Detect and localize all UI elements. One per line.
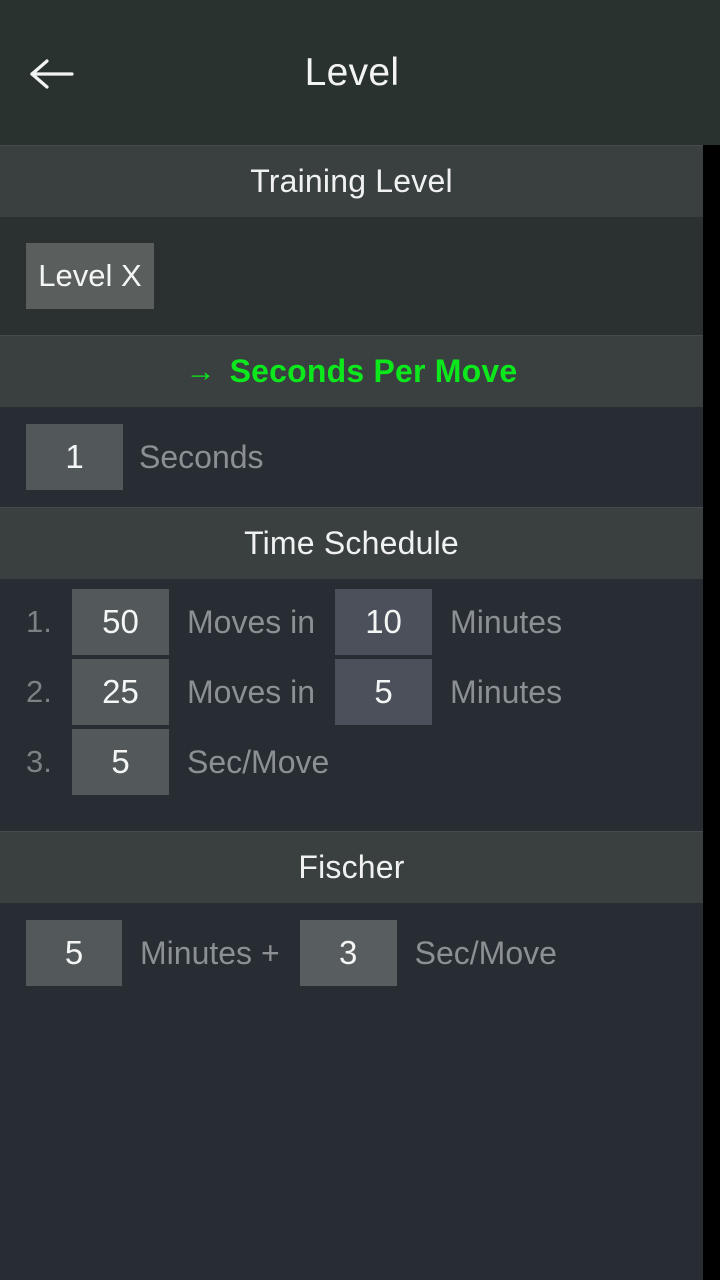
vertical-scrollbar[interactable] (703, 145, 720, 1280)
row-index: 1. (26, 604, 52, 639)
moves-label: Moves in (187, 603, 316, 640)
level-value-button[interactable]: Level X (26, 243, 154, 309)
seconds-value-button[interactable]: 1 (26, 424, 123, 490)
section-header-seconds-per-move[interactable]: → Seconds Per Move (0, 335, 703, 407)
moves-label: Sec/Move (187, 743, 330, 780)
section-gap (0, 797, 703, 831)
training-level-row[interactable]: Level X (0, 217, 703, 335)
section-header-fischer[interactable]: Fischer (0, 831, 703, 903)
app-bar: Level (0, 0, 720, 145)
time-schedule-row[interactable]: 2. 25 Moves in 5 Minutes (0, 657, 703, 727)
row-index: 3. (26, 744, 52, 779)
time-value-button[interactable]: 5 (335, 659, 433, 725)
section-header-training-level[interactable]: Training Level (0, 145, 703, 217)
time-schedule-row[interactable]: 3. 5 Sec/Move (0, 727, 703, 797)
section-header-time-schedule[interactable]: Time Schedule (0, 507, 703, 579)
moves-value-button[interactable]: 5 (72, 729, 169, 795)
time-label: Minutes (450, 603, 563, 640)
row-index: 2. (26, 674, 52, 709)
settings-list: Training Level Level X → Seconds Per Mov… (0, 145, 703, 1280)
time-value-button[interactable]: 10 (335, 589, 433, 655)
seconds-per-move-row[interactable]: 1 Seconds (0, 407, 703, 507)
fischer-increment-label: Sec/Move (414, 934, 557, 971)
time-schedule-row[interactable]: 1. 50 Moves in 10 Minutes (0, 579, 703, 657)
page-title: Level (304, 51, 400, 94)
moves-label: Moves in (187, 673, 316, 710)
section-header-time-schedule-label: Time Schedule (244, 525, 459, 561)
moves-value-button[interactable]: 25 (72, 659, 169, 725)
time-label: Minutes (450, 673, 563, 710)
fischer-increment-button[interactable]: 3 (299, 920, 397, 986)
section-header-seconds-per-move-label: Seconds Per Move (229, 353, 518, 389)
section-header-training-level-label: Training Level (250, 163, 453, 199)
seconds-unit-label: Seconds (139, 438, 264, 475)
moves-value-button[interactable]: 50 (72, 589, 169, 655)
fischer-minutes-label: Minutes + (140, 934, 280, 971)
level-settings-screen: Level Training Level Level X → Seconds P… (0, 0, 720, 1280)
list-tail-filler (0, 1003, 703, 1280)
fischer-row[interactable]: 5 Minutes + 3 Sec/Move (0, 903, 703, 1003)
section-header-fischer-label: Fischer (298, 849, 405, 885)
arrow-right-icon: → (185, 354, 216, 388)
fischer-minutes-button[interactable]: 5 (26, 920, 122, 986)
